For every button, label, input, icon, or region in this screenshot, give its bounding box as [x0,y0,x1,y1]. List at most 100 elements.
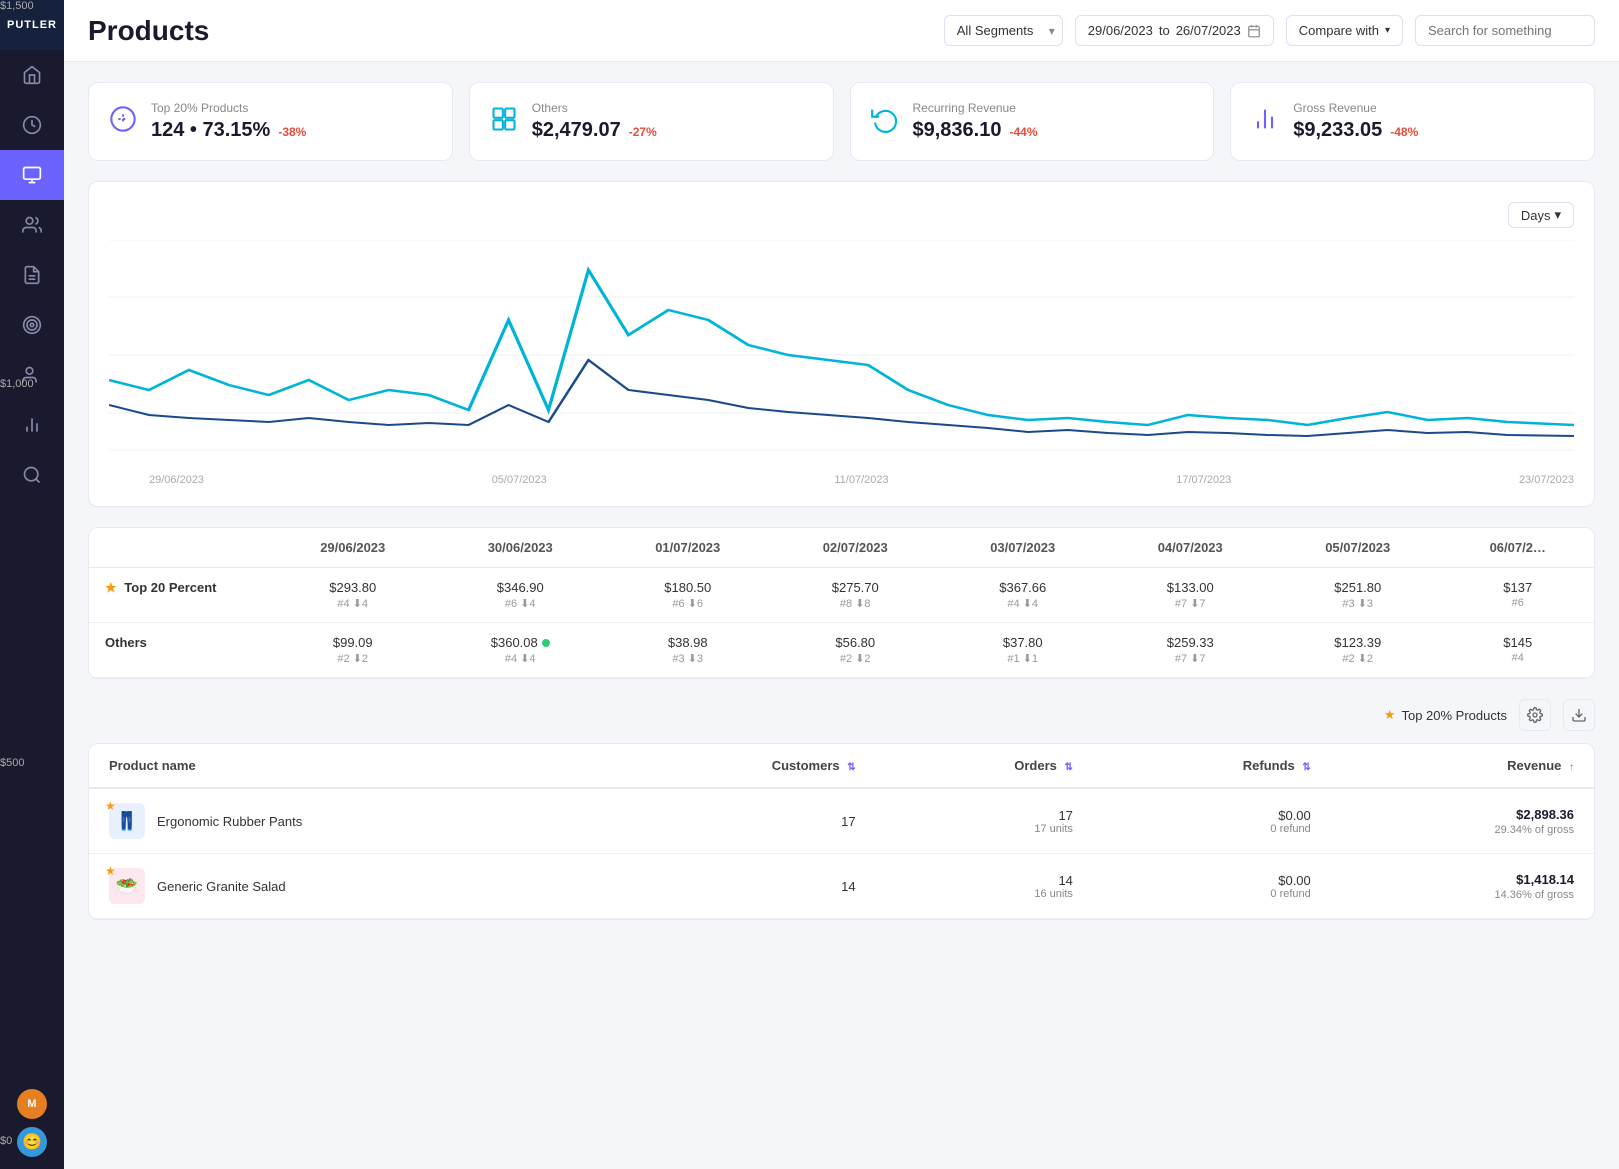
table-cell: $293.80 #4 ⬇4 [269,568,437,623]
sort-icon-revenue: ↑ [1569,762,1574,773]
stat-value-others: $2,479.07 [532,119,621,142]
col-header-date-3: 02/07/2023 [772,528,940,568]
x-label-5: 23/07/2023 [1519,474,1574,486]
x-label-4: 17/07/2023 [1176,474,1231,486]
stat-card-others: Others $2,479.07 -27% [469,82,834,161]
days-label: Days [1521,208,1551,223]
chart-x-labels: 29/06/2023 05/07/2023 11/07/2023 17/07/2… [109,474,1574,486]
compare-label: Compare with [1299,23,1379,38]
chart-card: Days ▾ $1,500 $1,000 $500 $0 [88,181,1595,507]
table-cell: $360.08 #4 ⬇4 [437,623,605,678]
days-button[interactable]: Days ▾ [1508,202,1574,228]
table-cell: $251.80 #3 ⬇3 [1274,568,1442,623]
green-dot [542,639,550,647]
stat-cards: Top 20% Products 124 • 73.15% -38% Other… [88,82,1595,161]
table-cell: $275.70 #8 ⬇8 [772,568,940,623]
refunds-cell-1: $0.00 0 refund [1093,854,1331,919]
x-label-1: 29/06/2023 [149,474,204,486]
products-table: Product name Customers ⇅ Orders ⇅ Refund… [89,744,1594,919]
stat-label-recurring: Recurring Revenue [913,101,1038,115]
compare-button[interactable]: Compare with ▾ [1286,15,1403,46]
stat-info-others: Others $2,479.07 -27% [532,101,657,142]
product-name-wrap: ★ 👖 [109,803,145,839]
orders-cell-0: 17 17 units [876,788,1093,854]
stat-card-top20: Top 20% Products 124 • 73.15% -38% [88,82,453,161]
row-label-others: Others [89,623,269,678]
data-table-card: 29/06/2023 30/06/2023 01/07/2023 02/07/2… [88,527,1595,679]
chevron-down-icon: ▾ [1385,25,1390,36]
revenue-cell-0: $2,898.36 29.34% of gross [1331,788,1594,854]
col-refunds[interactable]: Refunds ⇅ [1093,744,1331,788]
data-table: 29/06/2023 30/06/2023 01/07/2023 02/07/2… [89,528,1594,678]
table-cell: $99.09 #2 ⬇2 [269,623,437,678]
chart-line-dark [109,360,1574,436]
col-header-date-2: 01/07/2023 [604,528,772,568]
stat-card-gross: Gross Revenue $9,233.05 -48% [1230,82,1595,161]
x-label-2: 05/07/2023 [492,474,547,486]
refunds-cell-0: $0.00 0 refund [1093,788,1331,854]
product-star-icon: ★ [105,799,116,813]
table-cell: $133.00 #7 ⬇7 [1107,568,1275,623]
chevron-down-icon: ▾ [1554,207,1561,223]
table-row: ★ Top 20 Percent $293.80 #4 ⬇4 $346.90 #… [89,568,1594,623]
content-area: Top 20% Products 124 • 73.15% -38% Other… [64,62,1619,1169]
product-row: ★ 👖 Ergonomic Rubber Pants 17 17 17 unit… [89,788,1594,854]
product-name-wrap: ★ 🥗 [109,868,145,904]
gross-icon [1251,105,1279,139]
main-content: Products All Segments 29/06/2023 to 26/0… [64,0,1619,1169]
table-cell: $259.33 #7 ⬇7 [1107,623,1275,678]
product-name-0: Ergonomic Rubber Pants [157,814,302,829]
settings-button[interactable] [1519,699,1551,731]
page-title: Products [88,15,928,47]
orders-cell-1: 14 16 units [876,854,1093,919]
product-name-1: Generic Granite Salad [157,879,286,894]
table-cell: $56.80 #2 ⬇2 [772,623,940,678]
table-row: Others $99.09 #2 ⬇2 $360.08 #4 ⬇4 [89,623,1594,678]
others-icon [490,105,518,139]
product-row: ★ 🥗 Generic Granite Salad 14 14 16 units [89,854,1594,919]
row-label-top20: ★ Top 20 Percent [89,568,269,623]
star-icon: ★ [1384,707,1396,723]
search-input[interactable] [1415,15,1595,46]
col-header-label [89,528,269,568]
table-cell: $37.80 #1 ⬇1 [939,623,1107,678]
download-button[interactable] [1563,699,1595,731]
product-name-cell: ★ 🥗 Generic Granite Salad [89,854,603,919]
col-header-date-6: 05/07/2023 [1274,528,1442,568]
chart-line-teal [109,270,1574,425]
top20-badge: ★ Top 20% Products [1384,707,1507,723]
sort-icon-refunds: ⇅ [1302,762,1310,773]
products-table-card: Product name Customers ⇅ Orders ⇅ Refund… [88,743,1595,920]
col-orders[interactable]: Orders ⇅ [876,744,1093,788]
date-range-picker[interactable]: 29/06/2023 to 26/07/2023 [1075,15,1274,46]
stat-label-top20: Top 20% Products [151,101,306,115]
customers-cell-1: 14 [603,854,876,919]
top20-icon [109,105,137,139]
recurring-icon [871,105,899,139]
col-product-name: Product name [89,744,603,788]
stat-change-others: -27% [629,125,657,139]
col-header-date-4: 03/07/2023 [939,528,1107,568]
col-revenue[interactable]: Revenue ↑ [1331,744,1594,788]
stat-label-gross: Gross Revenue [1293,101,1418,115]
col-header-date-0: 29/06/2023 [269,528,437,568]
date-to: 26/07/2023 [1176,23,1241,38]
top20-badge-label: Top 20% Products [1401,708,1507,723]
table-cell: $367.66 #4 ⬇4 [939,568,1107,623]
segment-select[interactable]: All Segments [944,15,1063,46]
stat-value-gross: $9,233.05 [1293,119,1382,142]
stat-card-recurring: Recurring Revenue $9,836.10 -44% [850,82,1215,161]
table-cell: $180.50 #6 ⬇6 [604,568,772,623]
stat-label-others: Others [532,101,657,115]
customers-cell-0: 17 [603,788,876,854]
product-star-icon: ★ [105,864,116,878]
date-from: 29/06/2023 [1088,23,1153,38]
col-customers[interactable]: Customers ⇅ [603,744,876,788]
stat-info-gross: Gross Revenue $9,233.05 -48% [1293,101,1418,142]
products-section: ★ Top 20% Products Product name [88,699,1595,920]
chart-area [109,240,1574,470]
x-label-3: 11/07/2023 [834,474,888,486]
table-cell: $123.39 #2 ⬇2 [1274,623,1442,678]
stat-value-top20: 124 • 73.15% [151,119,270,142]
stat-info-top20: Top 20% Products 124 • 73.15% -38% [151,101,306,142]
